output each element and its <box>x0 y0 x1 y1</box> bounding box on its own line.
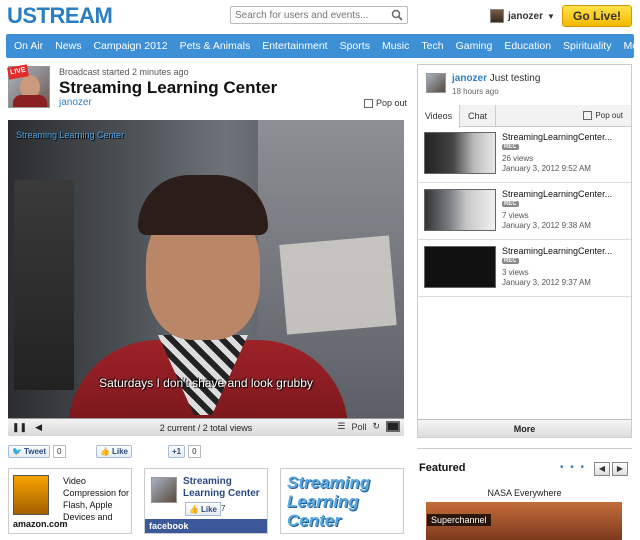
video-thumbnail[interactable] <box>424 189 496 231</box>
video-thumbnail[interactable] <box>424 132 496 174</box>
popout-button[interactable]: Pop out <box>364 98 407 108</box>
user-menu[interactable]: janozer ▼ <box>490 8 555 24</box>
more-videos-button[interactable]: More <box>418 419 631 437</box>
rec-badge: REC <box>502 144 519 150</box>
tweet-widget: 🐦 Tweet 0 <box>8 444 66 458</box>
avatar[interactable] <box>426 73 446 93</box>
twitter-icon: 🐦 <box>12 446 22 456</box>
video-views: 3 views <box>502 268 529 277</box>
fullscreen-icon[interactable] <box>386 421 400 432</box>
like-button[interactable]: 👍 Like <box>96 444 132 458</box>
next-arrow-icon[interactable]: ▶ <box>612 462 628 476</box>
video-title[interactable]: StreamingLearningCenter... <box>502 132 612 142</box>
search-input[interactable] <box>231 7 381 23</box>
nav-item-pets[interactable]: Pets & Animals <box>174 34 257 58</box>
nav-item-spirituality[interactable]: Spirituality <box>557 34 617 58</box>
video-date: January 3, 2012 9:38 AM <box>502 221 591 230</box>
prev-arrow-icon[interactable]: ◀ <box>594 462 610 476</box>
rec-badge: REC <box>502 201 519 207</box>
nav-item-education[interactable]: Education <box>498 34 557 58</box>
avatar <box>490 9 504 23</box>
plus-one-count: 0 <box>188 444 201 458</box>
thumbs-up-icon: 👍 <box>189 504 199 514</box>
nav-item-tech[interactable]: Tech <box>415 34 449 58</box>
poll-icon[interactable]: ☰ <box>337 421 345 432</box>
amazon-card[interactable]: Video Compression for Flash, Apple Devic… <box>8 468 132 534</box>
video-views: 7 views <box>502 211 529 220</box>
status-line: janozer Just testing <box>452 73 540 84</box>
sidebar-popout-button[interactable]: Pop out <box>583 111 623 120</box>
slc-logo-card[interactable]: Streaming Learning Center <box>280 468 404 534</box>
poll-button[interactable]: Poll <box>351 422 366 432</box>
like-widget: 👍 Like <box>96 444 132 458</box>
go-live-button[interactable]: Go Live! <box>562 5 632 27</box>
video-watermark: Streaming Learning Center <box>16 130 125 140</box>
facebook-card[interactable]: Streaming Learning Center 👍 Like 7 facebo… <box>144 468 268 534</box>
book-cover <box>13 475 49 515</box>
search-icon[interactable] <box>391 9 403 21</box>
nav-item-more[interactable]: More <box>617 34 640 58</box>
nav-item-gaming[interactable]: Gaming <box>450 34 499 58</box>
nav-item-music[interactable]: Music <box>376 34 415 58</box>
video-list-item[interactable]: StreamingLearningCenter... REC 3 views J… <box>424 246 624 290</box>
tweet-count: 0 <box>53 444 66 458</box>
video-list-item[interactable]: StreamingLearningCenter... REC 26 views … <box>424 132 624 176</box>
username: janozer <box>508 10 544 22</box>
status-time: 18 hours ago <box>452 87 499 96</box>
nav-item-campaign[interactable]: Campaign 2012 <box>87 34 173 58</box>
refresh-icon[interactable]: ↻ <box>372 421 380 432</box>
facebook-avatar <box>151 477 177 503</box>
featured-heading: Featured <box>419 462 466 474</box>
status-text: Just testing <box>489 73 541 84</box>
video-date: January 3, 2012 9:52 AM <box>502 164 591 173</box>
video-date: January 3, 2012 9:37 AM <box>502 278 591 287</box>
tab-videos[interactable]: Videos <box>418 105 460 128</box>
carousel-dots[interactable]: • • • <box>560 462 586 473</box>
facebook-like-button[interactable]: 👍 Like <box>185 502 221 516</box>
video-list-item[interactable]: StreamingLearningCenter... REC 7 views J… <box>424 189 624 233</box>
channel-owner-link[interactable]: janozer <box>59 97 92 108</box>
superchannel-tag: Superchannel <box>427 514 491 526</box>
nav-item-on-air[interactable]: On Air <box>8 34 49 58</box>
tweet-button[interactable]: 🐦 Tweet <box>8 444 51 458</box>
category-nav: On Air News Campaign 2012 Pets & Animals… <box>6 34 640 58</box>
status-username[interactable]: janozer <box>452 73 487 84</box>
popout-icon <box>583 111 593 120</box>
nav-item-sports[interactable]: Sports <box>334 34 376 58</box>
video-player[interactable]: Streaming Learning Center Saturdays I do… <box>8 120 404 418</box>
popout-icon <box>364 98 373 108</box>
plus-one-button[interactable]: +1 <box>168 444 186 458</box>
facebook-like-count: 7 <box>221 504 226 513</box>
video-thumbnail[interactable] <box>424 246 496 288</box>
chevron-down-icon: ▼ <box>547 11 555 21</box>
thumbs-up-icon: 👍 <box>100 446 110 456</box>
featured-item-title[interactable]: NASA Everywhere <box>417 488 632 498</box>
amazon-product-text: Video Compression for Flash, Apple Devic… <box>63 476 130 522</box>
top-header: USTREAM janozer ▼ Go Live! <box>0 0 640 32</box>
search-box[interactable] <box>230 6 408 24</box>
popout-label: Pop out <box>376 98 408 108</box>
plusone-widget: +1 0 <box>168 444 201 458</box>
channel-title: Streaming Learning Center <box>59 78 278 97</box>
slc-logo: Streaming Learning Center <box>287 473 371 530</box>
channel-sidebar: janozer Just testing 18 hours ago Videos… <box>417 64 632 438</box>
facebook-page-name[interactable]: Streaming Learning Center <box>183 476 267 500</box>
nav-item-news[interactable]: News <box>49 34 87 58</box>
facebook-brand: facebook <box>145 519 267 533</box>
broadcast-info: Broadcast started 2 minutes ago <box>59 67 189 77</box>
ustream-logo[interactable]: USTREAM <box>7 3 113 29</box>
video-title[interactable]: StreamingLearningCenter... <box>502 189 612 199</box>
video-subtitle: Saturdays I don't shave and look grubby <box>99 376 313 390</box>
rec-badge: REC <box>502 258 519 264</box>
player-controls: ❚❚ ◀ 2 current / 2 total views ☰ Poll ↻ <box>8 418 404 436</box>
amazon-logo: amazon.com <box>13 519 68 529</box>
tab-chat[interactable]: Chat <box>460 105 496 127</box>
video-views: 26 views <box>502 154 534 163</box>
nav-item-entertainment[interactable]: Entertainment <box>256 34 333 58</box>
video-title[interactable]: StreamingLearningCenter... <box>502 246 612 256</box>
